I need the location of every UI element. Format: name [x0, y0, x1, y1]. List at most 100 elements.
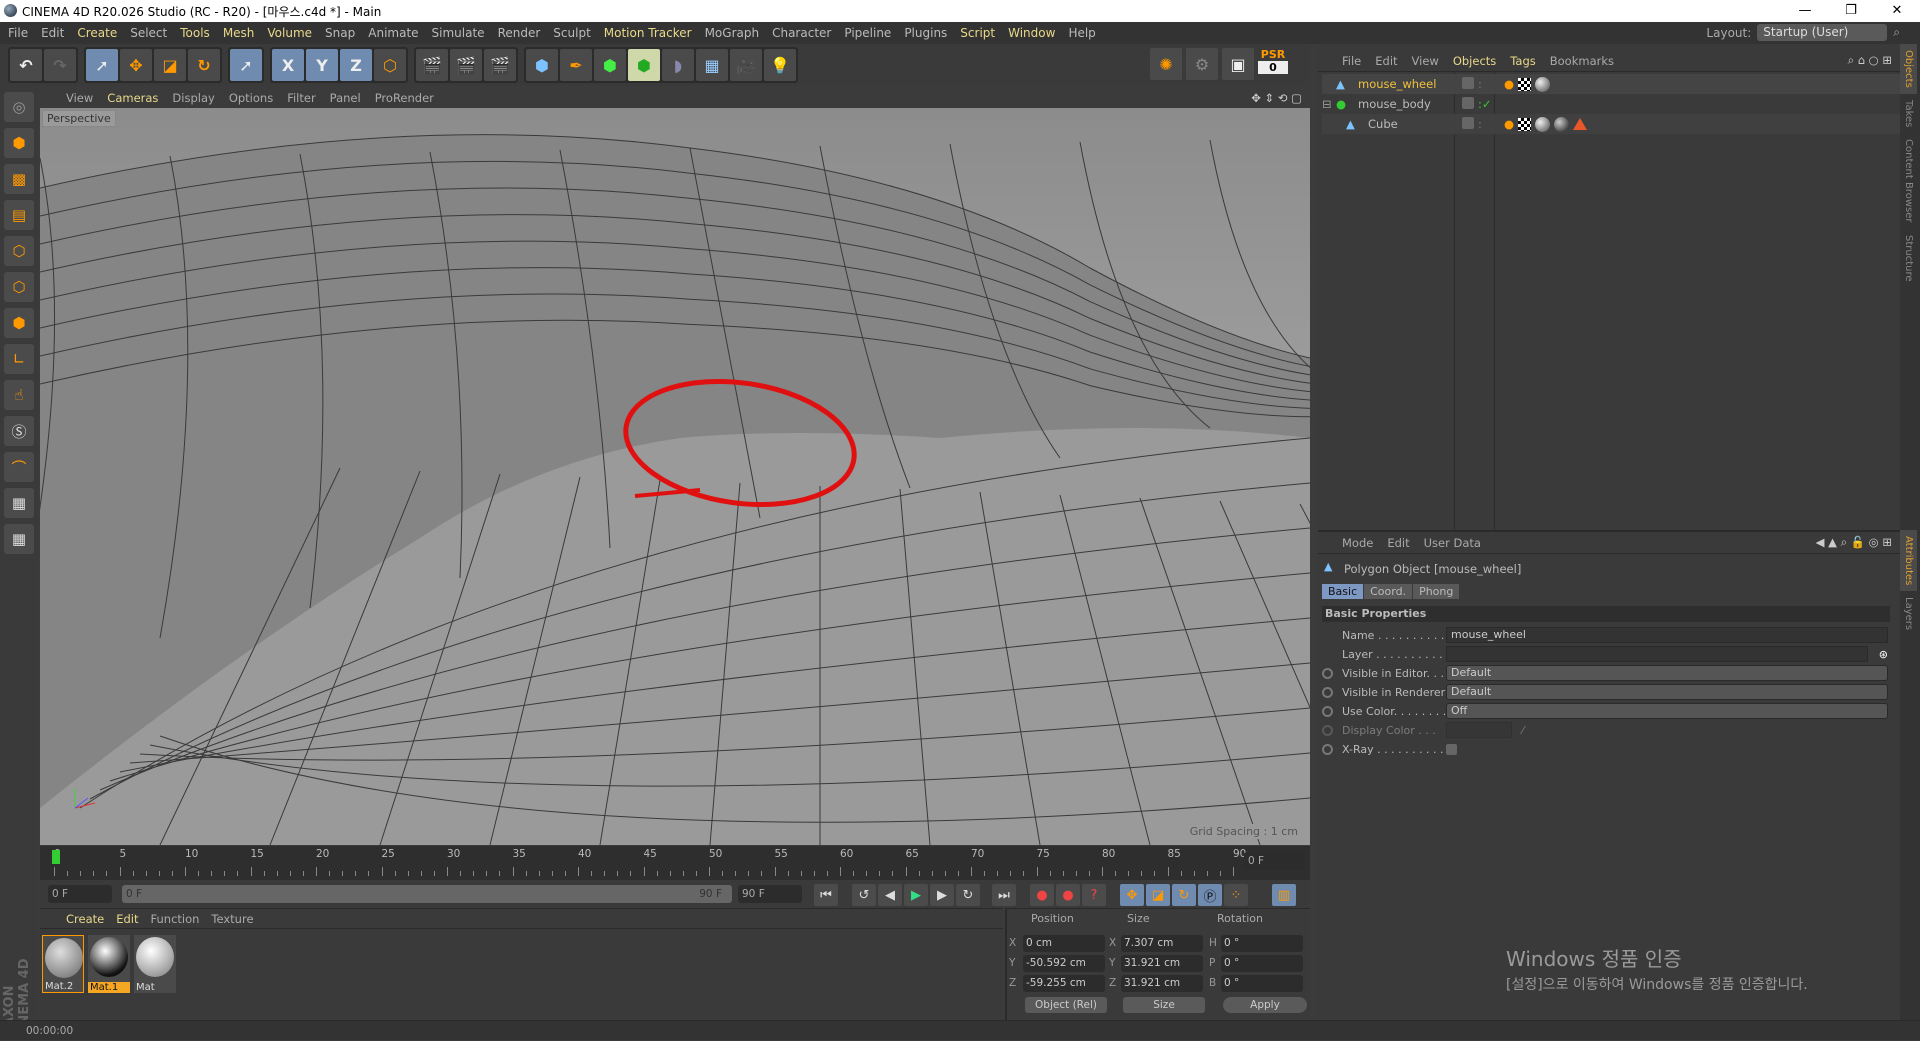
viewport-menu-filter[interactable]: Filter: [287, 91, 315, 105]
next-key-button[interactable]: ↻: [956, 884, 980, 906]
render-picture-viewer-button[interactable]: 🎬: [450, 49, 482, 81]
coord-size-field[interactable]: 31.921 cm: [1121, 975, 1203, 992]
last-tool-button[interactable]: ➚: [230, 49, 262, 81]
y-axis-button[interactable]: Y: [306, 49, 338, 81]
menu-character[interactable]: Character: [772, 26, 831, 40]
points-mode-icon[interactable]: ⬡: [4, 236, 34, 266]
axis-mode-icon[interactable]: ∟: [4, 344, 34, 374]
uvw-tag-icon[interactable]: [1518, 117, 1532, 131]
timeline-button[interactable]: ▣: [1222, 48, 1254, 80]
use-color-dropdown[interactable]: Off: [1446, 703, 1888, 719]
material-tag-icon[interactable]: [1535, 116, 1551, 132]
light-button[interactable]: 💡: [764, 49, 796, 81]
enabled-check-icon[interactable]: :✓: [1478, 97, 1492, 111]
tab-phong[interactable]: Phong: [1413, 584, 1460, 599]
record-button[interactable]: ●: [1030, 884, 1054, 906]
solo-icon[interactable]: Ⓢ: [4, 416, 34, 446]
restore-button[interactable]: ❐: [1828, 0, 1874, 22]
timeline-ruler[interactable]: 051015202530354045505560657075808590 0 F: [40, 846, 1310, 880]
name-field[interactable]: mouse_wheel: [1446, 627, 1888, 643]
material-swatch[interactable]: Mat.1: [88, 935, 130, 993]
select-tool-button[interactable]: ➚: [86, 49, 118, 81]
menu-mesh[interactable]: Mesh: [223, 26, 255, 40]
om-menu-view[interactable]: View: [1412, 54, 1439, 68]
previous-frame-button[interactable]: ◀: [878, 884, 902, 906]
animate-radio[interactable]: [1322, 705, 1333, 717]
viewport-menu-prorender[interactable]: ProRender: [375, 91, 434, 105]
key-position-button[interactable]: ✥: [1120, 884, 1144, 906]
make-editable-icon[interactable]: ◎: [4, 92, 34, 122]
menu-help[interactable]: Help: [1068, 26, 1095, 40]
warning-tag-icon[interactable]: [1573, 118, 1588, 130]
planar-workplane-icon[interactable]: ▦: [4, 524, 34, 554]
viewport-navigation-icons[interactable]: ✥ ⇕ ⟲ ▢: [1251, 91, 1302, 105]
side-tab-attributes[interactable]: Attributes: [1900, 530, 1917, 592]
end-frame-field[interactable]: 90 F: [738, 885, 802, 903]
floor-button[interactable]: ▦: [696, 49, 728, 81]
current-frame-field[interactable]: 0 F: [1244, 852, 1304, 870]
expand-icon[interactable]: ⊟: [1322, 97, 1332, 111]
menu-file[interactable]: File: [8, 26, 28, 40]
attr-menu-edit[interactable]: Edit: [1387, 536, 1409, 550]
cloner-button[interactable]: ⬢: [628, 49, 660, 81]
texture-mode-icon[interactable]: ▩: [4, 164, 34, 194]
viewport-menu-options[interactable]: Options: [229, 91, 273, 105]
coord-pos-field[interactable]: 0 cm: [1023, 935, 1105, 952]
material-tag-icon[interactable]: [1554, 116, 1570, 132]
object-row-mouse-wheel[interactable]: ▲ mouse_wheel : ●: [1322, 74, 1900, 94]
minimize-button[interactable]: —: [1782, 0, 1828, 22]
om-menu-file[interactable]: File: [1342, 54, 1361, 68]
om-menu-bookmarks[interactable]: Bookmarks: [1550, 54, 1614, 68]
menu-window[interactable]: Window: [1008, 26, 1055, 40]
z-axis-button[interactable]: Z: [340, 49, 372, 81]
menu-motion-tracker[interactable]: Motion Tracker: [604, 26, 692, 40]
subdivision-surface-button[interactable]: ⬢: [594, 49, 626, 81]
om-menu-edit[interactable]: Edit: [1375, 54, 1397, 68]
workplane-button[interactable]: ⚙: [1186, 48, 1218, 80]
search-icon[interactable]: ⌕: [1893, 25, 1900, 40]
viewport-menu-cameras[interactable]: Cameras: [107, 91, 158, 105]
object-name[interactable]: mouse_body: [1358, 97, 1431, 111]
enable-snap-icon[interactable]: ⌒: [4, 452, 34, 482]
menu-plugins[interactable]: Plugins: [904, 26, 947, 40]
attr-menu-mode[interactable]: Mode: [1342, 536, 1373, 550]
workplane-mode-icon[interactable]: ▤: [4, 200, 34, 230]
om-toolbar-icons[interactable]: ⌕ ⌂ ○ ⊞: [1848, 53, 1892, 68]
mat-menu-edit[interactable]: Edit: [116, 912, 138, 926]
mat-menu-create[interactable]: Create: [66, 912, 104, 926]
move-tool-button[interactable]: ✥: [120, 49, 152, 81]
edges-mode-icon[interactable]: ⬡: [4, 272, 34, 302]
menu-mograph[interactable]: MoGraph: [705, 26, 760, 40]
om-menu-tags[interactable]: Tags: [1510, 54, 1535, 68]
layer-flag-icon[interactable]: [1462, 97, 1474, 109]
visibility-dots-icon[interactable]: :: [1478, 117, 1482, 131]
render-view-button[interactable]: 🎬: [416, 49, 448, 81]
previous-key-button[interactable]: ↺: [852, 884, 876, 906]
redo-button[interactable]: ↷: [44, 49, 76, 81]
uvw-tag-icon[interactable]: [1518, 77, 1532, 91]
size-mode-dropdown[interactable]: Size: [1123, 997, 1205, 1013]
phong-tag-icon[interactable]: ●: [1504, 77, 1514, 91]
phong-tag-icon[interactable]: ●: [1504, 117, 1514, 131]
menu-tools[interactable]: Tools: [180, 26, 210, 40]
tab-coord[interactable]: Coord.: [1364, 584, 1413, 599]
side-tab-content-browser[interactable]: Content Browser: [1900, 133, 1917, 228]
layout-dropdown[interactable]: Startup (User): [1757, 24, 1888, 41]
coord-pos-field[interactable]: -59.255 cm: [1023, 975, 1105, 992]
range-slider[interactable]: 0 F 90 F: [122, 885, 732, 903]
lock-workplane-icon[interactable]: ▦: [4, 488, 34, 518]
start-frame-field[interactable]: 0 F: [48, 885, 112, 903]
go-to-end-button[interactable]: ⏭: [992, 884, 1016, 906]
deformer-button[interactable]: ◗: [662, 49, 694, 81]
object-row-cube[interactable]: ▲ Cube : ●: [1322, 114, 1900, 134]
rotate-tool-button[interactable]: ↻: [188, 49, 220, 81]
menu-script[interactable]: Script: [960, 26, 995, 40]
side-tab-objects[interactable]: Objects: [1900, 44, 1917, 94]
coord-rot-field[interactable]: 0 °: [1221, 935, 1303, 952]
undo-button[interactable]: ↶: [10, 49, 42, 81]
layer-field[interactable]: [1446, 646, 1868, 662]
menu-edit[interactable]: Edit: [41, 26, 64, 40]
coord-rot-field[interactable]: 0 °: [1221, 975, 1303, 992]
key-scale-button[interactable]: ◪: [1146, 884, 1170, 906]
coord-pos-field[interactable]: -50.592 cm: [1023, 955, 1105, 972]
